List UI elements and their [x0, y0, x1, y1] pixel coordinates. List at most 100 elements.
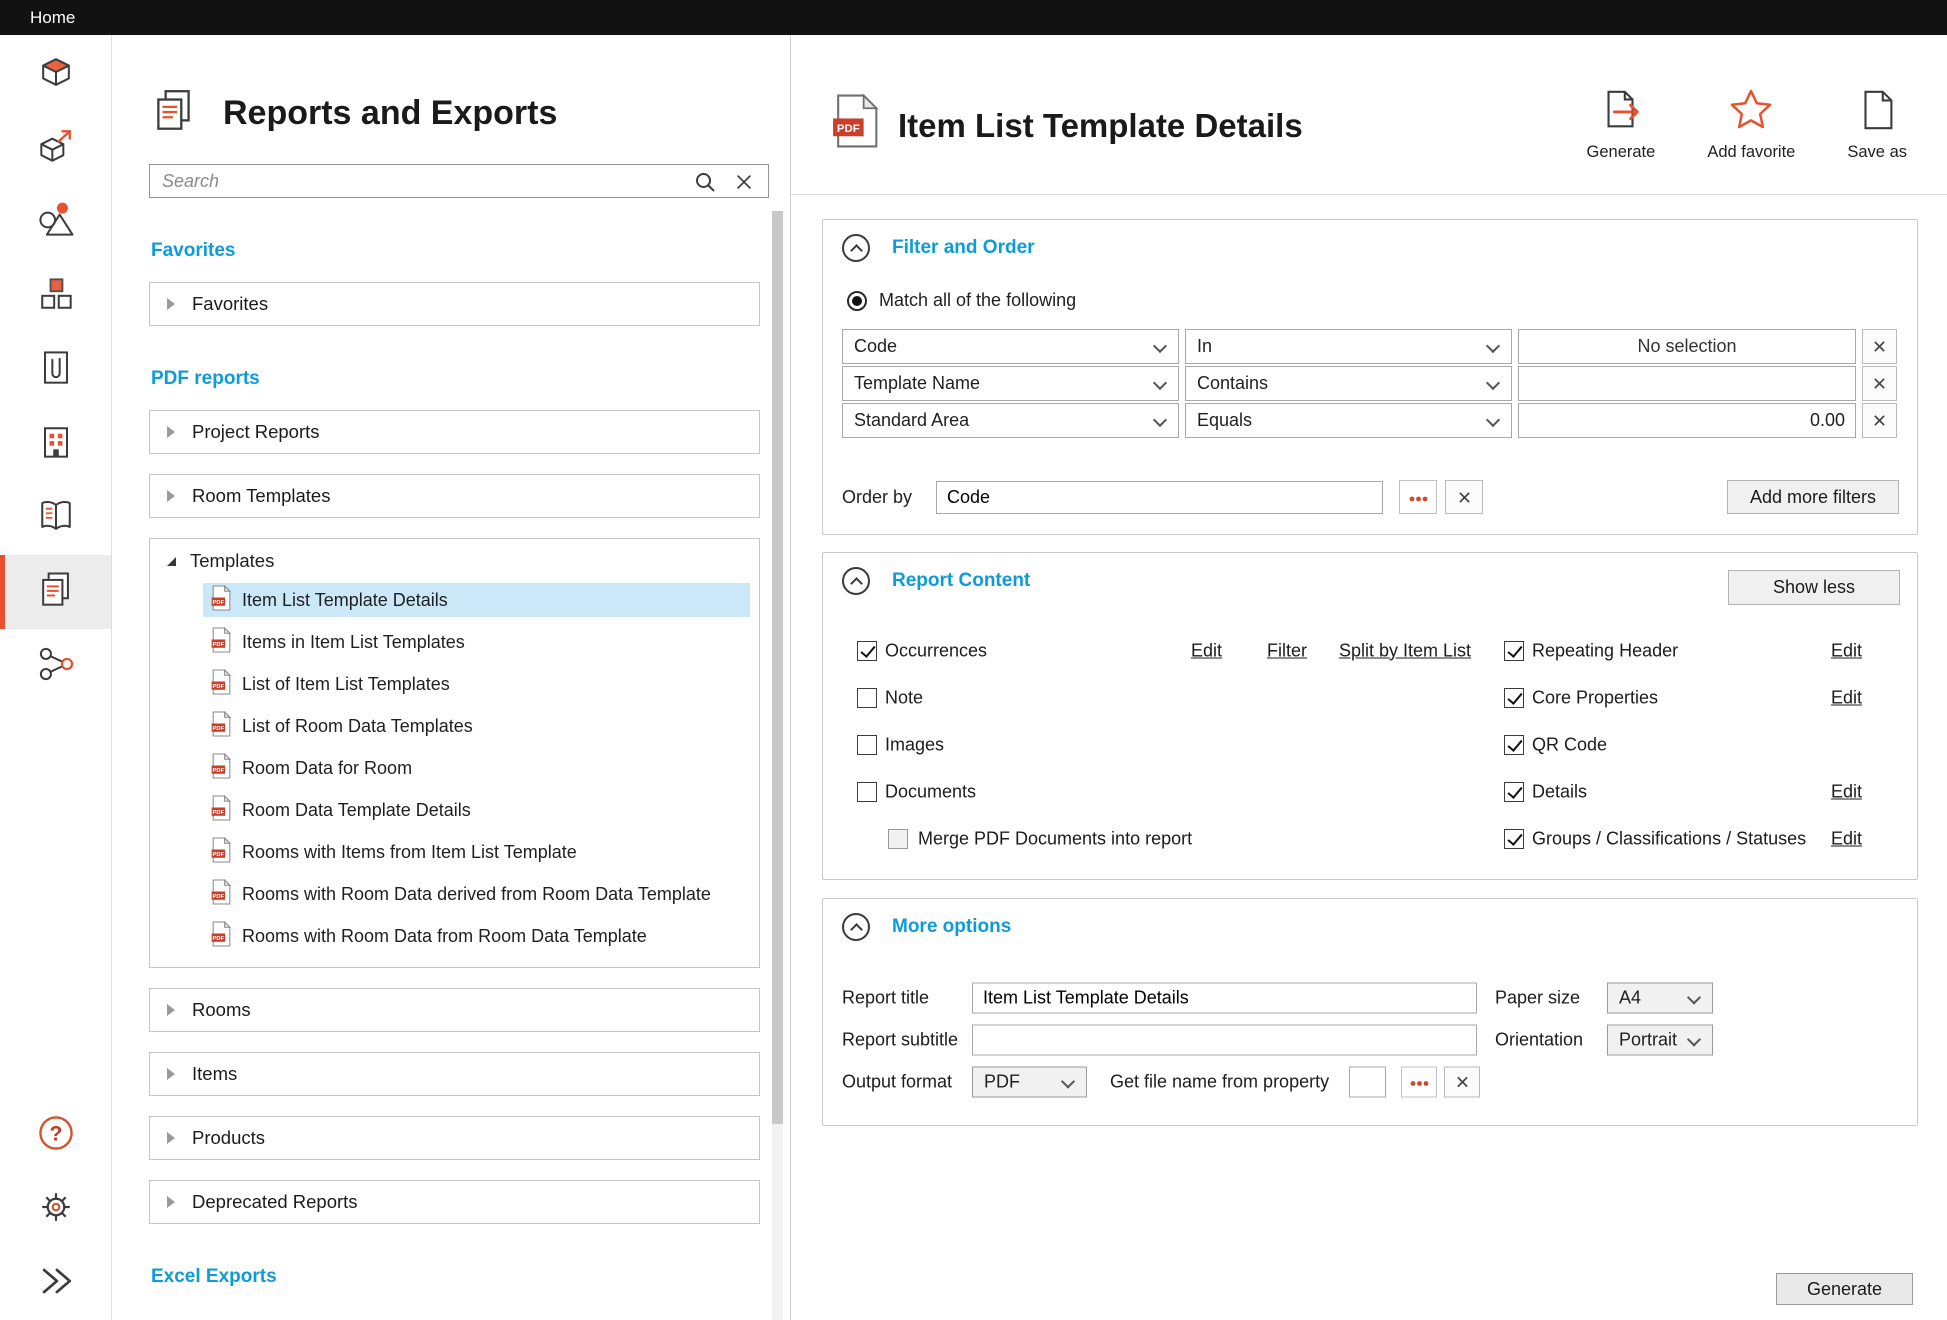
add-favorite-action[interactable]: Add favorite	[1707, 87, 1795, 162]
occurrences-checkbox[interactable]	[857, 641, 877, 661]
save-as-icon	[1854, 87, 1900, 138]
report-item[interactable]: PDF Item List Template Details	[203, 583, 750, 617]
search-icon[interactable]	[694, 171, 716, 198]
filter-value-input[interactable]	[1518, 366, 1856, 401]
report-item[interactable]: PDF Items in Item List Templates	[203, 625, 750, 659]
orientation-select[interactable]: Portrait	[1607, 1025, 1713, 1056]
rail-item-items[interactable]	[0, 259, 111, 333]
report-item[interactable]: PDF Room Data for Room	[203, 751, 750, 785]
report-item[interactable]: PDF List of Item List Templates	[203, 667, 750, 701]
note-checkbox[interactable]	[857, 688, 877, 708]
collapse-section-button[interactable]	[842, 913, 870, 941]
scrollbar-thumb[interactable]	[772, 211, 783, 1124]
report-item[interactable]: PDF Rooms with Room Data derived from Ro…	[203, 877, 750, 911]
documents-checkbox[interactable]	[857, 782, 877, 802]
groups-classifications-edit-link[interactable]: Edit	[1831, 828, 1862, 849]
file-name-browse-button[interactable]	[1401, 1067, 1437, 1098]
group-templates-header[interactable]: Templates	[150, 539, 759, 583]
filter-field-select[interactable]: Template Name	[842, 366, 1179, 401]
qr-code-checkbox[interactable]	[1504, 735, 1524, 755]
add-more-filters-button[interactable]: Add more filters	[1727, 480, 1899, 514]
group-deprecated-reports[interactable]: Deprecated Reports	[149, 1180, 760, 1224]
repeating-header-edit-link[interactable]: Edit	[1831, 640, 1862, 661]
clear-search-icon[interactable]	[734, 172, 754, 197]
details-checkbox[interactable]	[1504, 782, 1524, 802]
filter-value-picker[interactable]: No selection	[1518, 329, 1856, 364]
generate-action[interactable]: Generate	[1587, 87, 1656, 162]
report-title-input[interactable]	[972, 983, 1477, 1014]
order-by-input[interactable]	[936, 481, 1383, 514]
group-items[interactable]: Items	[149, 1052, 760, 1096]
details-edit-link[interactable]: Edit	[1831, 781, 1862, 802]
svg-text:PDF: PDF	[213, 642, 225, 648]
filter-operator-select[interactable]: Equals	[1185, 403, 1512, 438]
group-rooms[interactable]: Rooms	[149, 988, 760, 1032]
cubes-icon	[34, 272, 78, 321]
left-panel-scrollbar[interactable]	[772, 211, 783, 1320]
filter-operator-select[interactable]: Contains	[1185, 366, 1512, 401]
rail-item-share[interactable]	[0, 629, 111, 703]
generate-report-button[interactable]: Generate	[1776, 1273, 1913, 1305]
occurrences-edit-link[interactable]: Edit	[1191, 640, 1222, 661]
groups-classifications-checkbox[interactable]	[1504, 829, 1524, 849]
rail-item-room-function[interactable]	[0, 111, 111, 185]
images-checkbox[interactable]	[857, 735, 877, 755]
rail-item-catalogs[interactable]	[0, 481, 111, 555]
rail-item-reports[interactable]	[0, 555, 111, 629]
group-label: Project Reports	[192, 421, 320, 443]
tool-label: Generate	[1587, 143, 1656, 162]
file-name-clear-button[interactable]	[1444, 1067, 1480, 1098]
rail-item-attachments[interactable]	[0, 333, 111, 407]
group-label: Rooms	[192, 999, 251, 1021]
report-item[interactable]: PDF Rooms with Room Data from Room Data …	[203, 919, 750, 953]
rail-item-core-data[interactable]	[0, 407, 111, 481]
report-subtitle-input[interactable]	[972, 1025, 1477, 1056]
report-item[interactable]: PDF List of Room Data Templates	[203, 709, 750, 743]
report-content-section: Report Content Show less Occurrences Edi…	[822, 552, 1918, 880]
panel-title: Reports and Exports	[223, 94, 557, 133]
output-format-select[interactable]: PDF	[972, 1067, 1087, 1098]
rail-item-settings[interactable]	[0, 1172, 111, 1246]
filter-field-select[interactable]: Code	[842, 329, 1179, 364]
rail-item-help[interactable]: ?	[0, 1098, 111, 1172]
rail-item-functions[interactable]	[0, 185, 111, 259]
core-properties-checkbox[interactable]	[1504, 688, 1524, 708]
home-tab[interactable]: Home	[0, 8, 75, 28]
show-less-button[interactable]: Show less	[1728, 570, 1900, 605]
collapse-section-button[interactable]	[842, 567, 870, 595]
remove-filter-button[interactable]	[1862, 329, 1897, 364]
occurrences-filter-link[interactable]: Filter	[1267, 640, 1307, 661]
filter-operator-select[interactable]: In	[1185, 329, 1512, 364]
report-item[interactable]: PDF Room Data Template Details	[203, 793, 750, 827]
repeating-header-checkbox[interactable]	[1504, 641, 1524, 661]
report-title-label: Report title	[842, 988, 929, 1009]
pdf-file-icon: PDF	[211, 753, 232, 784]
remove-filter-button[interactable]	[1862, 403, 1897, 438]
expander-icon	[167, 298, 175, 310]
group-room-templates[interactable]: Room Templates	[149, 474, 760, 518]
file-name-property-input[interactable]	[1349, 1067, 1386, 1098]
collapse-section-button[interactable]	[842, 234, 870, 262]
chevron-up-icon	[850, 577, 863, 590]
filter-value-input[interactable]: 0.00	[1518, 403, 1856, 438]
save-as-action[interactable]: Save as	[1847, 87, 1907, 162]
selected-value: A4	[1619, 988, 1641, 1009]
search-input[interactable]	[150, 165, 768, 197]
filter-field-select[interactable]: Standard Area	[842, 403, 1179, 438]
remove-filter-button[interactable]	[1862, 366, 1897, 401]
content-option-row: Merge PDF Documents into report Groups /…	[823, 815, 1917, 862]
reports-panel: Reports and Exports Favorites Favorites …	[112, 35, 791, 1320]
paper-size-select[interactable]: A4	[1607, 983, 1713, 1014]
group-products[interactable]: Products	[149, 1116, 760, 1160]
core-properties-edit-link[interactable]: Edit	[1831, 687, 1862, 708]
match-all-radio[interactable]	[847, 291, 867, 311]
report-item[interactable]: PDF Rooms with Items from Item List Temp…	[203, 835, 750, 869]
group-favorites[interactable]: Favorites	[149, 282, 760, 326]
merge-pdf-checkbox[interactable]	[888, 829, 908, 849]
order-by-browse-button[interactable]	[1399, 480, 1437, 514]
order-by-clear-button[interactable]	[1445, 480, 1483, 514]
split-by-item-list-link[interactable]: Split by Item List	[1339, 640, 1471, 661]
group-project-reports[interactable]: Project Reports	[149, 410, 760, 454]
rail-item-rooms[interactable]	[0, 37, 111, 111]
rail-item-expand[interactable]	[0, 1246, 111, 1320]
